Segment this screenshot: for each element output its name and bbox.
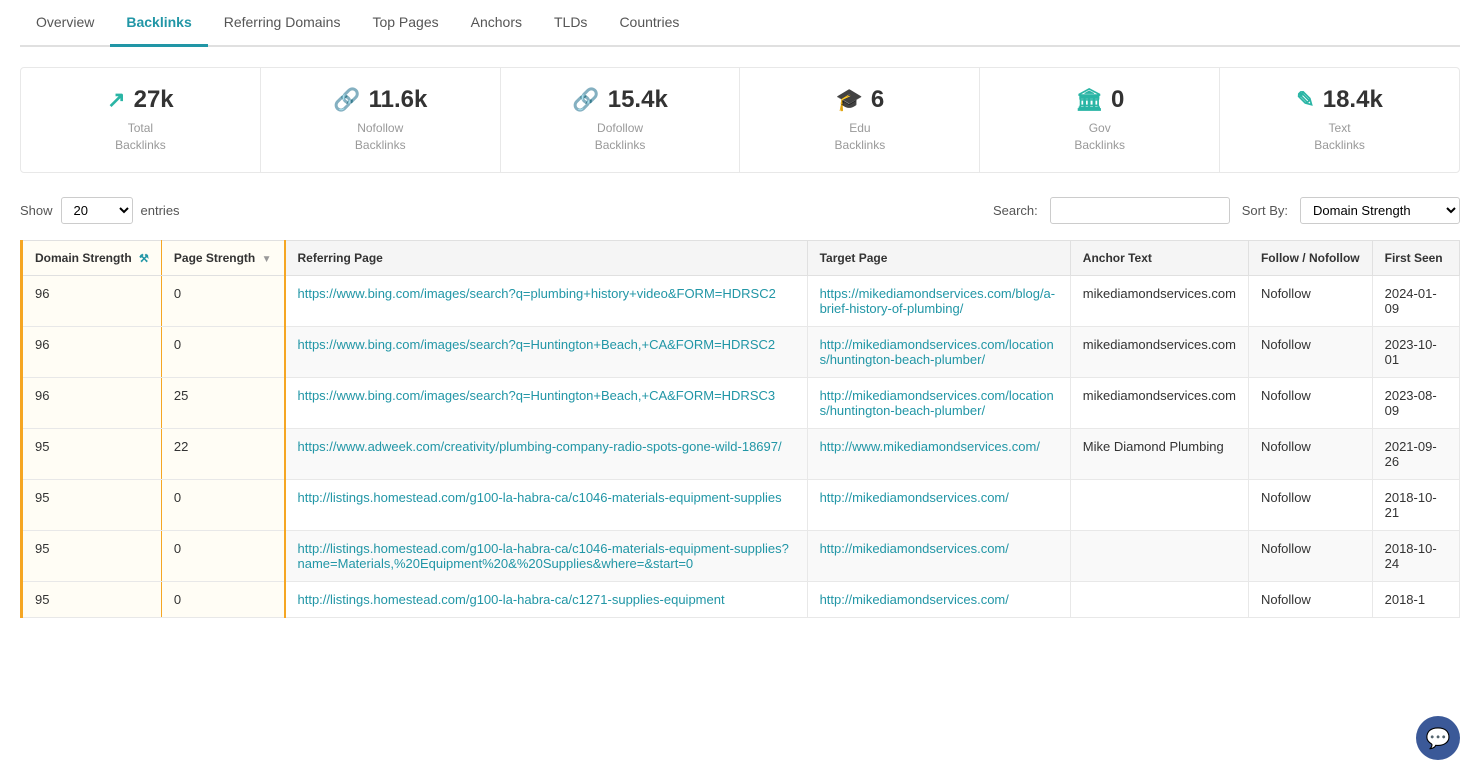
edu-backlinks-label: EduBacklinks bbox=[760, 120, 959, 154]
target-page-link[interactable]: http://mikediamondservices.com/locations… bbox=[820, 388, 1054, 418]
total-backlinks-label: TotalBacklinks bbox=[41, 120, 240, 154]
chat-icon: 💬 bbox=[1426, 726, 1451, 751]
referring-page-link[interactable]: http://listings.homestead.com/g100-la-ha… bbox=[298, 490, 782, 505]
dofollow-backlinks-value: 15.4k bbox=[608, 86, 668, 114]
domain-strength-filter-icon: ⚒ bbox=[139, 253, 149, 265]
table-row: 9522https://www.adweek.com/creativity/pl… bbox=[22, 428, 1460, 479]
search-label: Search: bbox=[993, 203, 1038, 218]
col-header-anchor-text[interactable]: Anchor Text bbox=[1070, 240, 1248, 275]
show-label: Show bbox=[20, 203, 53, 218]
tab-referring-domains[interactable]: Referring Domains bbox=[208, 0, 357, 47]
total-backlinks-value: 27k bbox=[134, 86, 174, 114]
referring-page-link[interactable]: https://www.adweek.com/creativity/plumbi… bbox=[298, 439, 782, 454]
target-page-link[interactable]: http://mikediamondservices.com/locations… bbox=[820, 337, 1054, 367]
search-input[interactable] bbox=[1050, 197, 1230, 224]
target-page-link[interactable]: http://www.mikediamondservices.com/ bbox=[820, 439, 1040, 454]
stat-total-backlinks: ↗ 27k TotalBacklinks bbox=[21, 68, 261, 172]
backlinks-table: Domain Strength ⚒ Page Strength ▼ Referr… bbox=[20, 240, 1460, 618]
edu-backlinks-value: 6 bbox=[871, 86, 884, 114]
tab-countries[interactable]: Countries bbox=[603, 0, 695, 47]
stat-edu-backlinks: 🎓 6 EduBacklinks bbox=[740, 68, 980, 172]
stat-gov-backlinks: 🏛 0 GovBacklinks bbox=[980, 68, 1220, 172]
tab-overview[interactable]: Overview bbox=[20, 0, 110, 47]
sort-select[interactable]: Domain Strength Page Strength First Seen bbox=[1300, 197, 1460, 224]
target-page-link[interactable]: http://mikediamondservices.com/ bbox=[820, 541, 1009, 556]
tab-anchors[interactable]: Anchors bbox=[455, 0, 538, 47]
sort-label: Sort By: bbox=[1242, 203, 1288, 218]
entries-control: Show 10 20 50 100 entries bbox=[20, 197, 180, 224]
col-header-follow-nofollow[interactable]: Follow / Nofollow bbox=[1248, 240, 1372, 275]
text-backlinks-value: 18.4k bbox=[1323, 86, 1383, 114]
col-header-target-page[interactable]: Target Page bbox=[807, 240, 1070, 275]
target-page-link[interactable]: http://mikediamondservices.com/ bbox=[820, 490, 1009, 505]
tab-backlinks[interactable]: Backlinks bbox=[110, 0, 207, 47]
referring-page-link[interactable]: https://www.bing.com/images/search?q=Hun… bbox=[298, 337, 776, 352]
table-row: 960https://www.bing.com/images/search?q=… bbox=[22, 326, 1460, 377]
edu-icon: 🎓 bbox=[836, 87, 863, 113]
stat-text-backlinks: ✎ 18.4k TextBacklinks bbox=[1220, 68, 1459, 172]
navigation-tabs: Overview Backlinks Referring Domains Top… bbox=[20, 0, 1460, 47]
chat-widget[interactable]: 💬 bbox=[1416, 716, 1460, 760]
dofollow-icon: 🔗 bbox=[572, 87, 599, 113]
page-strength-sort-icon: ▼ bbox=[262, 254, 272, 265]
col-header-domain-strength[interactable]: Domain Strength ⚒ bbox=[22, 240, 162, 275]
text-icon: ✎ bbox=[1296, 87, 1314, 113]
col-header-page-strength[interactable]: Page Strength ▼ bbox=[161, 240, 284, 275]
link-external-icon: ↗ bbox=[107, 87, 125, 113]
stat-dofollow-backlinks: 🔗 15.4k DofollowBacklinks bbox=[501, 68, 741, 172]
col-header-referring-page[interactable]: Referring Page bbox=[285, 240, 808, 275]
controls-row: Show 10 20 50 100 entries Search: Sort B… bbox=[20, 197, 1460, 224]
nofollow-icon: 🔗 bbox=[333, 87, 360, 113]
search-sort-controls: Search: Sort By: Domain Strength Page St… bbox=[993, 197, 1460, 224]
referring-page-link[interactable]: http://listings.homestead.com/g100-la-ha… bbox=[298, 592, 725, 607]
col-header-first-seen[interactable]: First Seen bbox=[1372, 240, 1459, 275]
target-page-link[interactable]: https://mikediamondservices.com/blog/a-b… bbox=[820, 286, 1056, 316]
tab-top-pages[interactable]: Top Pages bbox=[356, 0, 454, 47]
stats-row: ↗ 27k TotalBacklinks 🔗 11.6k NofollowBac… bbox=[20, 67, 1460, 173]
entries-label: entries bbox=[141, 203, 180, 218]
target-page-link[interactable]: http://mikediamondservices.com/ bbox=[820, 592, 1009, 607]
table-row: 950http://listings.homestead.com/g100-la… bbox=[22, 530, 1460, 581]
table-row: 9625https://www.bing.com/images/search?q… bbox=[22, 377, 1460, 428]
dofollow-backlinks-label: DofollowBacklinks bbox=[521, 120, 720, 154]
gov-icon: 🏛 bbox=[1075, 87, 1103, 113]
table-row: 950http://listings.homestead.com/g100-la… bbox=[22, 581, 1460, 617]
nofollow-backlinks-label: NofollowBacklinks bbox=[281, 120, 480, 154]
stat-nofollow-backlinks: 🔗 11.6k NofollowBacklinks bbox=[261, 68, 501, 172]
gov-backlinks-value: 0 bbox=[1111, 86, 1124, 114]
text-backlinks-label: TextBacklinks bbox=[1240, 120, 1439, 154]
entries-select[interactable]: 10 20 50 100 bbox=[61, 197, 133, 224]
table-row: 960https://www.bing.com/images/search?q=… bbox=[22, 275, 1460, 326]
tab-tlds[interactable]: TLDs bbox=[538, 0, 603, 47]
referring-page-link[interactable]: https://www.bing.com/images/search?q=Hun… bbox=[298, 388, 776, 403]
nofollow-backlinks-value: 11.6k bbox=[369, 86, 428, 114]
referring-page-link[interactable]: https://www.bing.com/images/search?q=plu… bbox=[298, 286, 776, 301]
table-row: 950http://listings.homestead.com/g100-la… bbox=[22, 479, 1460, 530]
gov-backlinks-label: GovBacklinks bbox=[1000, 120, 1199, 154]
referring-page-link[interactable]: http://listings.homestead.com/g100-la-ha… bbox=[298, 541, 789, 571]
